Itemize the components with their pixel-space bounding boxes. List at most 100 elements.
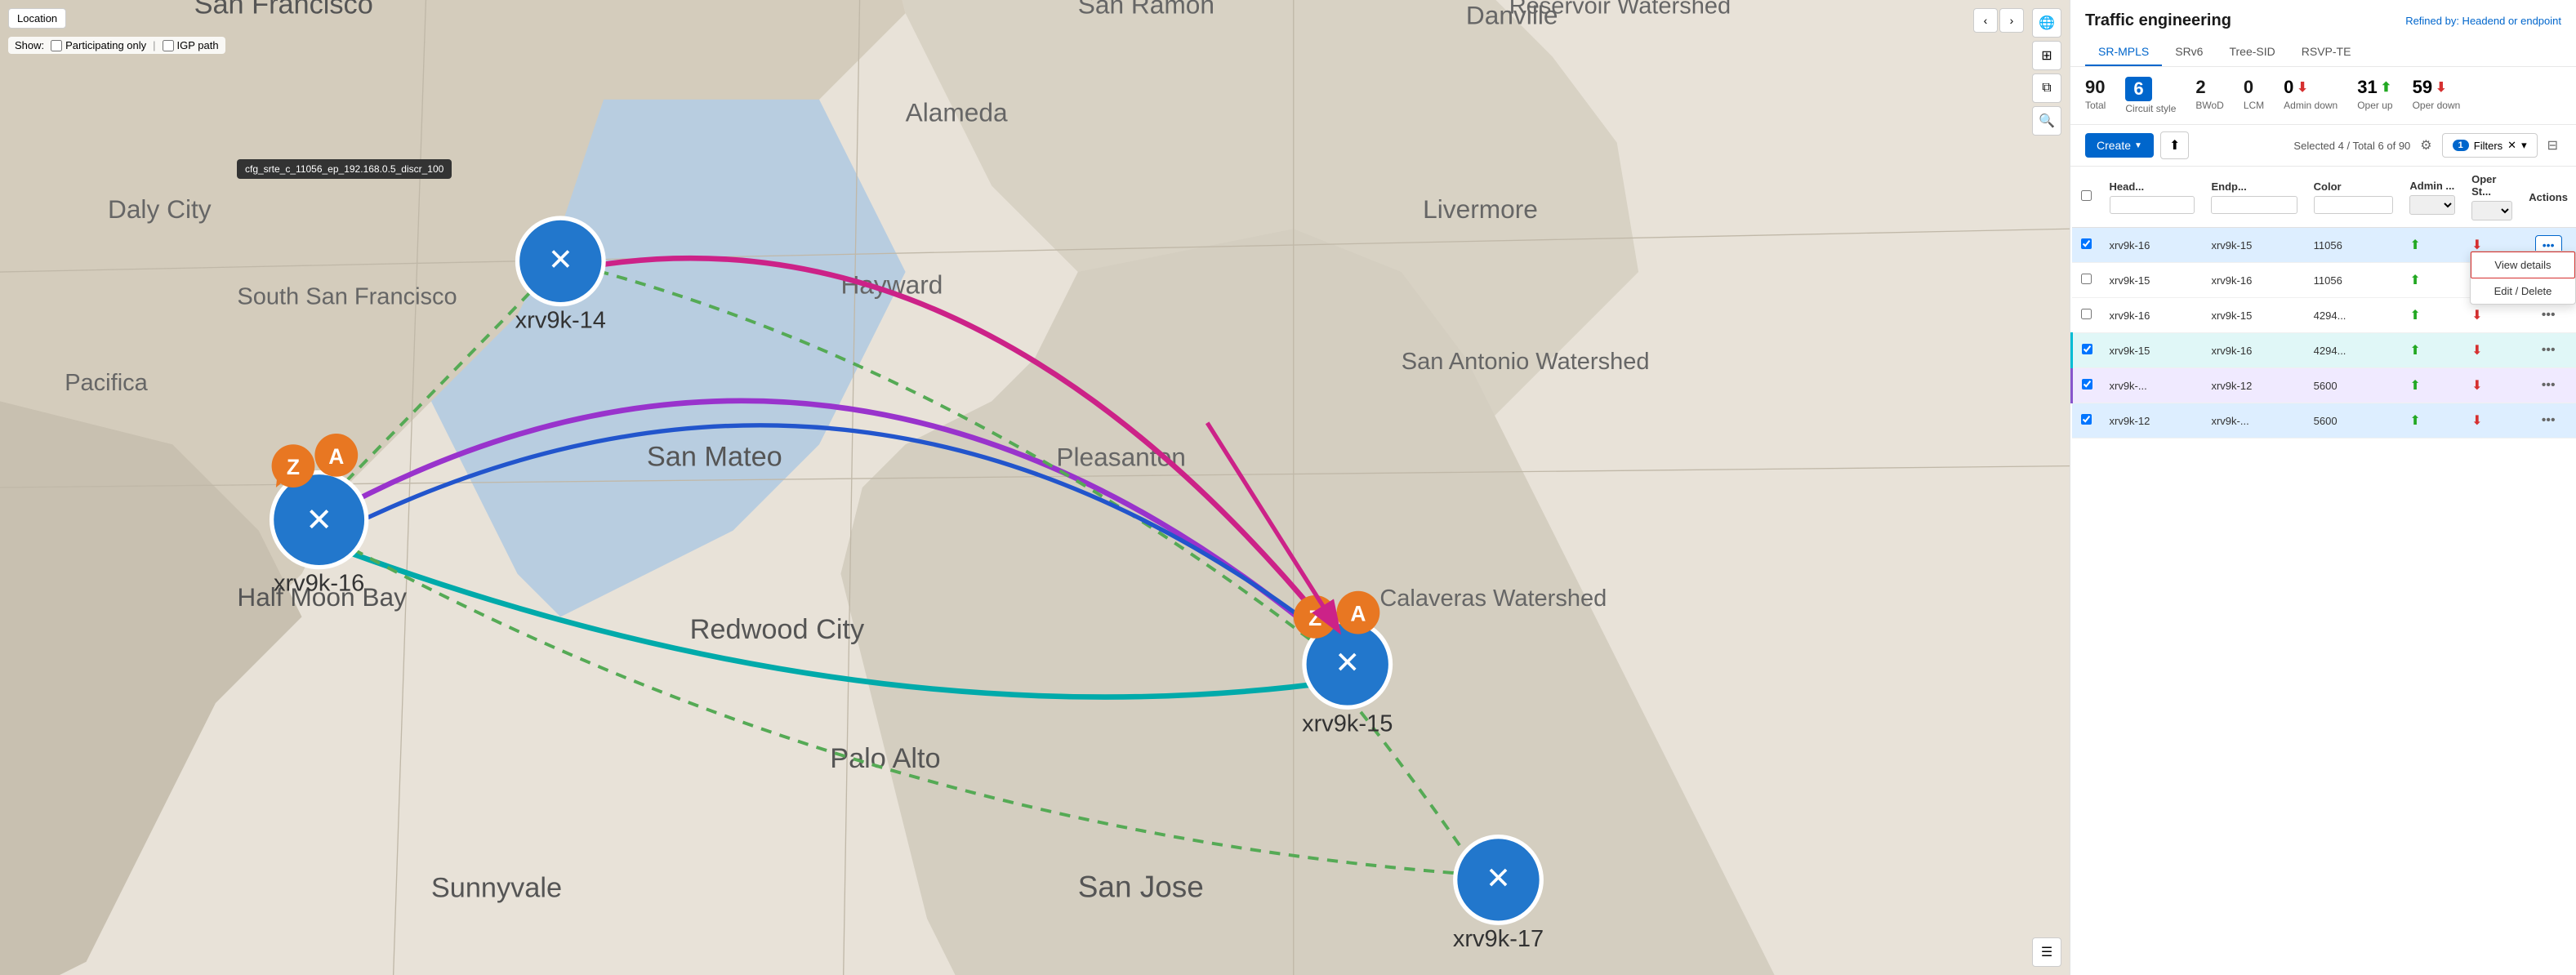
svg-text:✕: ✕	[1335, 646, 1360, 679]
row-checkbox[interactable]	[2082, 344, 2092, 354]
igp-path-label[interactable]: IGP path	[163, 39, 219, 51]
participating-only-checkbox[interactable]	[51, 40, 62, 51]
stat-admin-down-label: Admin down	[2284, 100, 2338, 111]
svg-text:San Ramon: San Ramon	[1078, 0, 1214, 19]
stat-oper-up-value: 31	[2357, 77, 2377, 98]
map-next-button[interactable]: ›	[1999, 8, 2024, 33]
map-tooltip: cfg_srte_c_11056_ep_192.168.0.5_discr_10…	[237, 159, 452, 179]
oper-filter-select[interactable]	[2471, 201, 2512, 220]
admin-up-icon: ⬆	[2409, 309, 2420, 323]
row-endpoint: xrv9k-...	[2203, 403, 2305, 439]
row-checkbox[interactable]	[2082, 379, 2092, 390]
context-menu-view-details[interactable]: View details	[2471, 252, 2575, 278]
tab-sr-mpls[interactable]: SR-MPLS	[2085, 38, 2162, 66]
search-icon-button[interactable]: 🔍	[2032, 106, 2061, 136]
row-checkbox[interactable]	[2081, 309, 2092, 319]
map-prev-button[interactable]: ‹	[1973, 8, 1998, 33]
oper-up-icon: ⬆	[2381, 79, 2391, 96]
filter-close-icon: ✕	[2507, 139, 2516, 152]
filter-badge: 1	[2453, 140, 2469, 151]
row-actions-button[interactable]: •••	[2537, 376, 2560, 395]
row-endpoint: xrv9k-16	[2203, 263, 2305, 298]
th-color-label: Color	[2314, 180, 2342, 193]
oper-down-icon: ⬇	[2436, 79, 2446, 96]
context-menu-edit-delete[interactable]: Edit / Delete	[2471, 278, 2575, 304]
show-label: Show:	[15, 39, 44, 51]
tab-srv6[interactable]: SRv6	[2162, 38, 2216, 66]
admin-filter-select[interactable]	[2409, 195, 2455, 215]
stat-total: 90 Total	[2085, 77, 2106, 111]
topology-icon-button[interactable]: ⊞	[2032, 41, 2061, 70]
stat-total-value: 90	[2085, 77, 2105, 98]
svg-text:Pacifica: Pacifica	[65, 370, 148, 396]
stat-bwod: 2 BWoD	[2195, 77, 2223, 111]
row-color: 5600	[2306, 403, 2402, 439]
table-row: xrv9k-12 xrv9k-... 5600 ⬆ ⬇ •••	[2072, 403, 2576, 439]
map-controls: 🌐 ⊞ ⧉ 🔍	[2032, 8, 2061, 136]
layers-icon-button[interactable]: ⧉	[2032, 73, 2061, 103]
headend-filter-input[interactable]	[2110, 196, 2195, 214]
table-row: xrv9k-... xrv9k-12 5600 ⬆ ⬇ •••	[2072, 368, 2576, 403]
svg-text:Reservoir Watershed: Reservoir Watershed	[1509, 0, 1731, 19]
location-button[interactable]: Location	[8, 8, 66, 29]
row-color: 11056	[2306, 263, 2402, 298]
row-oper-st: ⬇	[2463, 333, 2520, 368]
svg-text:xrv9k-14: xrv9k-14	[515, 308, 606, 334]
filter-label: Filters	[2474, 140, 2502, 152]
column-settings-button[interactable]: ⚙	[2417, 134, 2435, 157]
row-actions-button[interactable]: •••	[2537, 305, 2560, 325]
admin-up-icon: ⬆	[2409, 238, 2420, 252]
map-nav: ‹ ›	[1973, 8, 2024, 33]
table-settings-button[interactable]: ⊟	[2544, 134, 2561, 157]
stat-circuit-style[interactable]: 6 Circuit style	[2125, 77, 2176, 114]
endpoint-filter-input[interactable]	[2211, 196, 2297, 214]
th-oper-st-label: Oper St...	[2471, 173, 2496, 198]
row-checkbox[interactable]	[2081, 274, 2092, 284]
row-checkbox[interactable]	[2081, 414, 2092, 425]
svg-text:Sunnyvale: Sunnyvale	[431, 873, 562, 904]
stat-oper-down-value: 59	[2413, 77, 2432, 98]
map-list-button[interactable]: ☰	[2032, 937, 2061, 967]
row-endpoint: xrv9k-15	[2203, 298, 2305, 333]
row-endpoint: xrv9k-16	[2203, 333, 2305, 368]
igp-path-checkbox[interactable]	[163, 40, 174, 51]
show-bar: Show: Participating only | IGP path	[8, 37, 225, 54]
row-checkbox-cell	[2072, 228, 2101, 263]
participating-only-label[interactable]: Participating only	[51, 39, 146, 51]
svg-text:Calaveras Watershed: Calaveras Watershed	[1379, 585, 1607, 612]
select-all-checkbox[interactable]	[2081, 190, 2092, 201]
th-headend: Head...	[2101, 167, 2204, 228]
row-color: 5600	[2306, 368, 2402, 403]
th-oper-st: Oper St...	[2463, 167, 2520, 228]
color-filter-input[interactable]	[2314, 196, 2394, 214]
export-button[interactable]: ⬆	[2160, 131, 2189, 159]
tab-tree-sid[interactable]: Tree-SID	[2216, 38, 2288, 66]
row-headend: xrv9k-16	[2101, 228, 2204, 263]
svg-text:San Antonio Watershed: San Antonio Watershed	[1402, 349, 1650, 375]
row-actions-button[interactable]: •••	[2537, 411, 2560, 430]
svg-text:A: A	[328, 444, 344, 469]
globe-icon-button[interactable]: 🌐	[2032, 8, 2061, 38]
tabs-container: SR-MPLS SRv6 Tree-SID RSVP-TE	[2085, 38, 2561, 66]
table-container: Head... Endp... Color Admin ...	[2070, 167, 2576, 975]
row-headend: xrv9k-15	[2101, 333, 2204, 368]
row-checkbox[interactable]	[2081, 238, 2092, 249]
svg-text:San Mateo: San Mateo	[647, 442, 782, 473]
create-button[interactable]: Create ▼	[2085, 133, 2154, 158]
svg-text:xrv9k-17: xrv9k-17	[1453, 926, 1544, 952]
svg-text:Daly City: Daly City	[108, 194, 212, 224]
admin-up-icon: ⬆	[2409, 414, 2420, 428]
svg-text:Z: Z	[287, 455, 300, 479]
svg-text:xrv9k-16: xrv9k-16	[274, 571, 364, 597]
tab-rsvp-te[interactable]: RSVP-TE	[2289, 38, 2364, 66]
row-actions: ••• View details Edit / Delete	[2520, 228, 2576, 263]
stat-total-label: Total	[2085, 100, 2106, 111]
stat-circuit-label: Circuit style	[2125, 103, 2176, 114]
th-actions: Actions	[2520, 167, 2576, 228]
filter-button[interactable]: 1 Filters ✕ ▾	[2442, 133, 2538, 158]
row-admin: ⬆	[2401, 333, 2463, 368]
row-color: 4294...	[2306, 298, 2402, 333]
th-checkbox	[2072, 167, 2101, 228]
export-icon: ⬆	[2169, 137, 2180, 154]
row-actions-button[interactable]: •••	[2537, 341, 2560, 360]
